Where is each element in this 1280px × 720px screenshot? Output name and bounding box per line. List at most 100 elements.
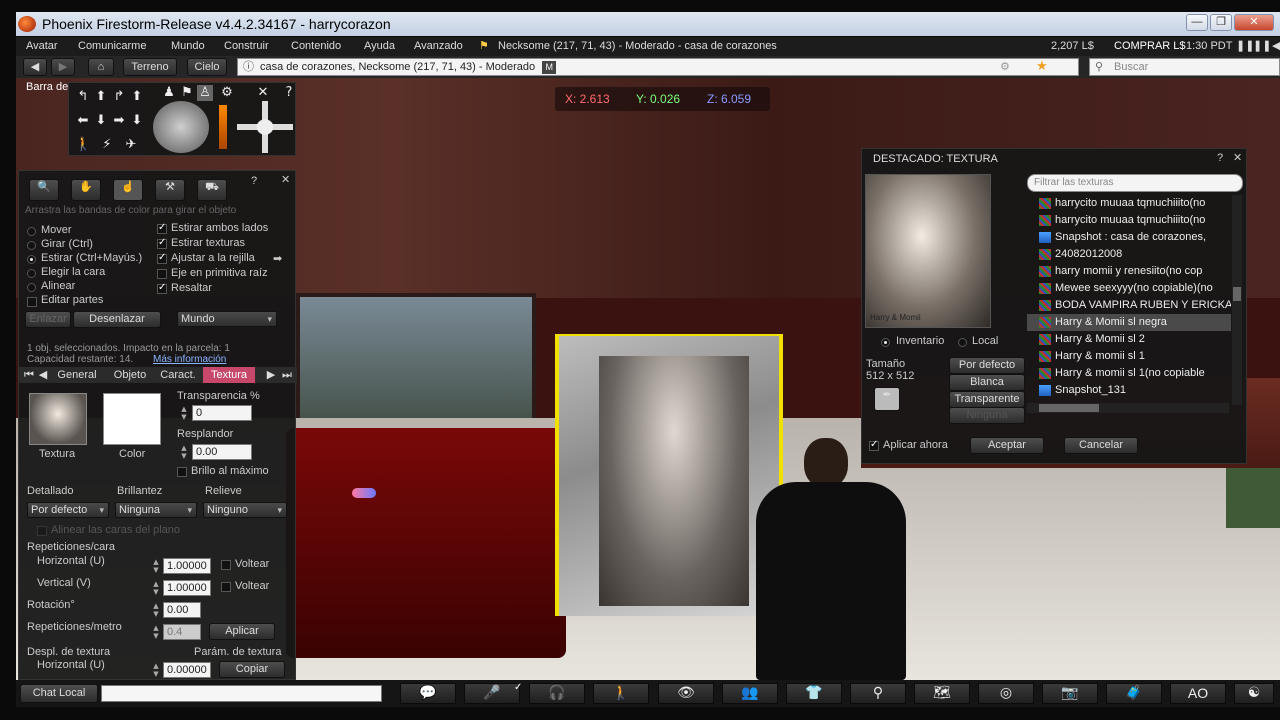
transparency-spinner[interactable]: ▲ ▼ bbox=[179, 405, 189, 421]
apply-now-checkbox[interactable] bbox=[869, 439, 879, 451]
forward-arrow-icon[interactable]: ▶ bbox=[51, 58, 75, 76]
terreno-button[interactable]: Terreno bbox=[123, 58, 177, 76]
chat-input[interactable] bbox=[101, 685, 382, 702]
tab-textura[interactable]: Textura bbox=[203, 367, 255, 383]
rotation-spinner[interactable]: ▲ ▼ bbox=[151, 602, 161, 618]
close-window-button[interactable]: ✕ bbox=[1234, 14, 1274, 31]
mode-stretch-radio[interactable] bbox=[27, 255, 36, 264]
pause-media-icon[interactable]: ❚❚ bbox=[1236, 37, 1254, 56]
focus-tool-icon[interactable]: 🔍 bbox=[29, 179, 59, 201]
repeats-per-meter-spinner[interactable]: ▲ ▼ bbox=[151, 624, 161, 640]
stretch-textures-checkbox[interactable] bbox=[157, 237, 167, 249]
person-view-icon[interactable]: ♟ bbox=[161, 85, 177, 101]
glow-input[interactable]: 0.00 bbox=[192, 444, 252, 460]
inventory-texture-item[interactable]: BODA VAMPIRA RUBEN Y ERICKA bbox=[1027, 297, 1231, 314]
grid-options-arrow-icon[interactable]: ➡ bbox=[273, 252, 282, 265]
flip-horizontal-checkbox[interactable] bbox=[221, 560, 231, 570]
copy-button[interactable]: Copiar bbox=[219, 661, 285, 678]
link-button[interactable]: Enlazar bbox=[25, 311, 71, 328]
strafe-left-icon[interactable]: ⬅ bbox=[75, 113, 91, 129]
object-view-icon[interactable]: ⚑ bbox=[179, 85, 195, 101]
ao-button[interactable]: AO bbox=[1170, 683, 1226, 704]
avatar[interactable] bbox=[736, 438, 946, 680]
walk-mode-icon[interactable]: 🚶 bbox=[75, 137, 91, 153]
menu-construir[interactable]: Construir bbox=[224, 37, 269, 56]
grid-mode-dropdown[interactable]: Mundo bbox=[177, 311, 277, 327]
more-info-link[interactable]: Más información bbox=[153, 354, 226, 365]
close-icon[interactable]: ✕ bbox=[1233, 151, 1242, 164]
search-input[interactable]: ⚲ Buscar bbox=[1089, 58, 1280, 76]
tab-objeto[interactable]: Objeto bbox=[107, 367, 153, 383]
turn-left-arrow-icon[interactable]: ↰ bbox=[75, 89, 91, 105]
cielo-button[interactable]: Cielo bbox=[187, 58, 227, 76]
help-icon[interactable]: ? bbox=[281, 85, 297, 101]
inventory-texture-item[interactable]: harry momii y renesiito(no cop bbox=[1027, 263, 1231, 280]
edit-parts-checkbox[interactable] bbox=[27, 297, 37, 307]
inventory-texture-item[interactable]: Mewee seexyyy(no copiable)(no bbox=[1027, 280, 1231, 297]
inventory-texture-item[interactable]: Harry & momii sl 1(no copiable bbox=[1027, 365, 1231, 382]
firestorm-logo-icon[interactable]: ☯ bbox=[1234, 683, 1274, 704]
info-icon[interactable]: ⓘ bbox=[243, 59, 254, 75]
camera-pan-control[interactable] bbox=[237, 101, 293, 153]
tab-scroll-right-icon[interactable]: ▶ bbox=[265, 367, 277, 383]
texture-swatch[interactable] bbox=[29, 393, 87, 445]
source-inventory-radio[interactable] bbox=[881, 338, 890, 347]
inventory-texture-item[interactable]: Snapshot_131 bbox=[1027, 382, 1231, 399]
tab-scroll-left-icon[interactable]: ◀ bbox=[37, 367, 49, 383]
cancel-button[interactable]: Cancelar bbox=[1064, 437, 1138, 454]
stretch-both-sides-checkbox[interactable] bbox=[157, 222, 167, 234]
offset-horizontal-input[interactable]: 0.00000 bbox=[163, 662, 211, 678]
forward-arrow-icon[interactable]: ⬆ bbox=[93, 89, 109, 105]
mouselook-icon[interactable]: ♙ bbox=[197, 85, 213, 101]
inventory-texture-list[interactable]: harrycito muuaa tqmuchiiito(no harrycito … bbox=[1027, 195, 1231, 399]
edit-tool-icon[interactable]: ☝ bbox=[113, 179, 143, 201]
repeats-horizontal-input[interactable]: 1.00000 bbox=[163, 558, 211, 574]
maximize-button[interactable]: ❐ bbox=[1210, 14, 1232, 31]
none-texture-button[interactable]: Ninguna bbox=[949, 407, 1025, 424]
fly-up-icon[interactable]: ⬆ bbox=[129, 89, 145, 105]
headset-icon[interactable]: 🎧 bbox=[529, 683, 585, 704]
snapshot-camera-icon[interactable]: 📷 bbox=[1042, 683, 1098, 704]
inventory-texture-item[interactable]: 24082012008 bbox=[1027, 246, 1231, 263]
repeats-vertical-input[interactable]: 1.00000 bbox=[163, 580, 211, 596]
repeats-per-meter-input[interactable]: 0.4 bbox=[163, 624, 201, 640]
radar-icon[interactable]: ◎ bbox=[978, 683, 1034, 704]
tab-scroll-last-icon[interactable]: ⏭ bbox=[281, 367, 293, 383]
inventory-texture-item[interactable]: harrycito muuaa tqmuchiiito(no bbox=[1027, 195, 1231, 212]
align-planar-checkbox[interactable] bbox=[37, 526, 47, 536]
conversations-icon[interactable]: 💬 bbox=[400, 683, 456, 704]
help-icon[interactable]: ? bbox=[1217, 152, 1223, 164]
view-eye-icon[interactable]: 👁 bbox=[658, 683, 714, 704]
accept-button[interactable]: Aceptar bbox=[970, 437, 1044, 454]
camera-orbit-control[interactable] bbox=[153, 101, 209, 153]
rotation-input[interactable]: 0.00 bbox=[163, 602, 201, 618]
tab-general[interactable]: General bbox=[53, 367, 101, 383]
inventory-texture-item[interactable]: Harry & Momii sl negra bbox=[1027, 314, 1231, 331]
search-icon[interactable]: ⚲ bbox=[850, 683, 906, 704]
create-tool-icon[interactable]: ⚒ bbox=[155, 179, 185, 201]
source-local-radio[interactable] bbox=[958, 338, 967, 347]
mapping-dropdown[interactable]: Por defecto bbox=[27, 502, 109, 518]
full-bright-checkbox[interactable] bbox=[177, 467, 187, 477]
inventory-texture-item[interactable]: Harry & momii sl 1 bbox=[1027, 348, 1231, 365]
repeats-horizontal-spinner[interactable]: ▲ ▼ bbox=[151, 558, 161, 574]
apply-button[interactable]: Aplicar bbox=[209, 623, 275, 640]
mode-rotate-radio[interactable] bbox=[27, 241, 36, 250]
pause-media-2-icon[interactable]: ❚❚ bbox=[1253, 37, 1271, 56]
list-horizontal-scrollbar[interactable] bbox=[1027, 403, 1229, 413]
texture-filter-input[interactable]: Filtrar las texturas bbox=[1027, 174, 1243, 192]
menu-contenido[interactable]: Contenido bbox=[291, 37, 341, 56]
inventory-texture-item[interactable]: Snapshot : casa de corazones, bbox=[1027, 229, 1231, 246]
camera-preset-icon[interactable]: ⚙ bbox=[219, 85, 235, 101]
walk-icon[interactable]: 🚶 bbox=[593, 683, 649, 704]
mode-select-face-radio[interactable] bbox=[27, 269, 36, 278]
offset-horizontal-spinner[interactable]: ▲ ▼ bbox=[151, 662, 161, 678]
backward-arrow-icon[interactable]: ⬇ bbox=[93, 113, 109, 129]
people-icon[interactable]: 👥 bbox=[722, 683, 778, 704]
favorite-star-icon[interactable]: ★ bbox=[1036, 58, 1048, 74]
land-tool-icon[interactable]: ⛟ bbox=[197, 179, 227, 201]
fly-down-icon[interactable]: ⬇ bbox=[129, 113, 145, 129]
grab-tool-icon[interactable]: ✋ bbox=[71, 179, 101, 201]
strafe-right-icon[interactable]: ➡ bbox=[111, 113, 127, 129]
transparent-texture-button[interactable]: Transparente bbox=[949, 391, 1025, 408]
